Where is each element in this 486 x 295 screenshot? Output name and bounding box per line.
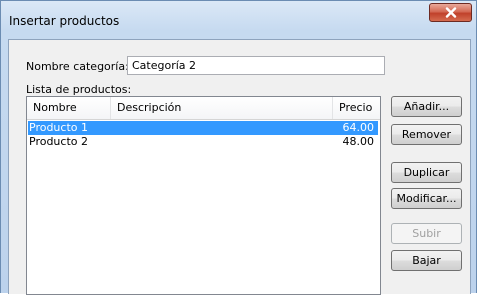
move-down-button[interactable]: Bajar xyxy=(391,250,462,271)
product-list[interactable]: Nombre Descripción Precio Producto 1 64.… xyxy=(26,96,381,295)
move-up-button[interactable]: Subir xyxy=(391,223,462,244)
category-label: Nombre categoría: xyxy=(26,60,129,73)
modify-button[interactable]: Modificar... xyxy=(391,188,462,209)
window-title: Insertar productos xyxy=(9,14,120,28)
dialog-window: Insertar productos Nombre categoría: Cat… xyxy=(0,0,477,295)
category-name-input[interactable]: Categoría 2 xyxy=(127,56,385,75)
column-header-descripcion[interactable]: Descripción xyxy=(111,97,333,119)
duplicate-button[interactable]: Duplicar xyxy=(391,162,462,183)
list-header: Nombre Descripción Precio xyxy=(27,97,380,120)
table-row[interactable]: Producto 2 48.00 xyxy=(28,135,378,149)
row-precio: 64.00 xyxy=(342,121,375,134)
product-list-label: Lista de productos: xyxy=(26,83,132,96)
row-nombre: Producto 1 xyxy=(29,121,88,134)
remove-button[interactable]: Remover xyxy=(391,124,462,145)
add-button[interactable]: Añadir... xyxy=(391,96,462,117)
column-header-precio[interactable]: Precio xyxy=(333,97,380,119)
row-precio: 48.00 xyxy=(342,135,375,148)
column-header-nombre[interactable]: Nombre xyxy=(27,97,111,119)
table-row[interactable]: Producto 1 64.00 xyxy=(28,121,378,135)
dialog-content: Nombre categoría: Categoría 2 Lista de p… xyxy=(8,39,471,295)
close-icon xyxy=(445,7,457,18)
close-button[interactable] xyxy=(429,3,472,22)
row-nombre: Producto 2 xyxy=(29,135,88,148)
